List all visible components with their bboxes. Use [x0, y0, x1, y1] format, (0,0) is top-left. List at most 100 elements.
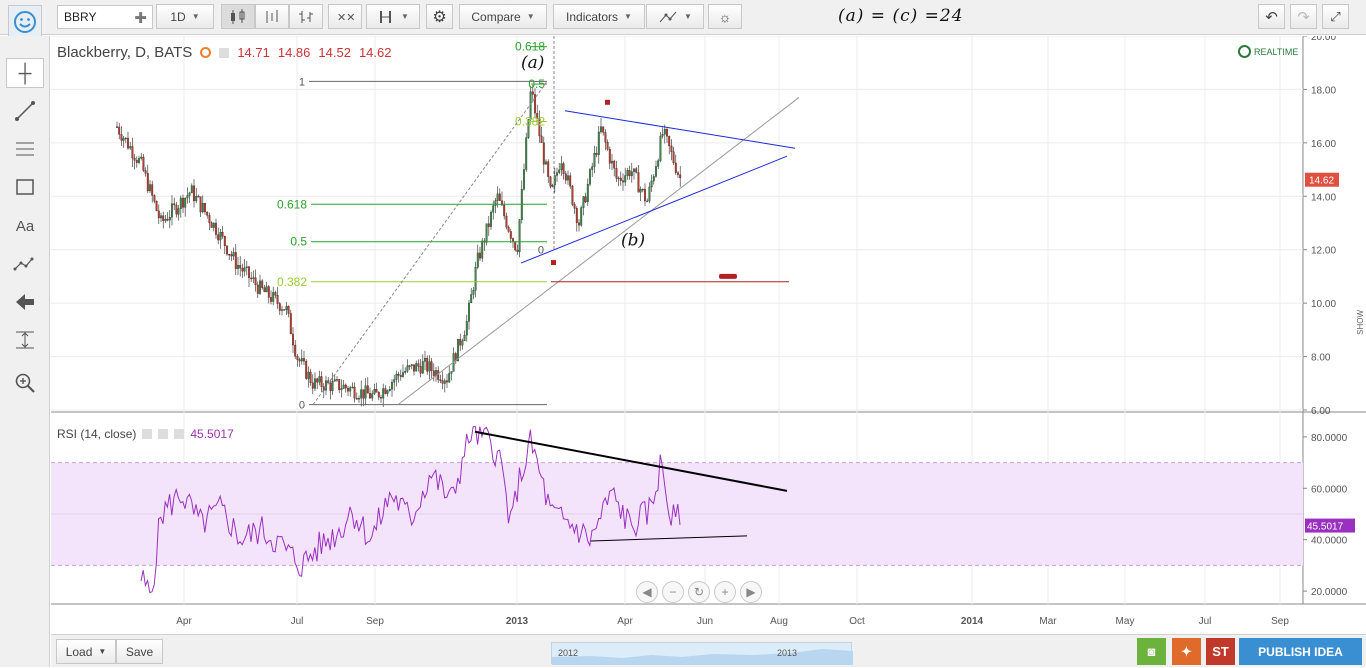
- rsi-settings-icon[interactable]: [142, 429, 153, 439]
- series-visibility-icon[interactable]: [219, 47, 230, 58]
- candle-body: [175, 204, 178, 215]
- candle-body: [353, 386, 356, 399]
- reset-chart-button[interactable]: ↻: [688, 581, 710, 603]
- heikin-style-button[interactable]: ✕✕: [328, 4, 362, 29]
- fib-upper-label: 0.5: [528, 77, 545, 91]
- candle-body: [395, 373, 398, 380]
- indicators-button[interactable]: Indicators ▼: [553, 4, 645, 29]
- scroller-year-2013: 2013: [777, 648, 798, 658]
- show-panel-toggle[interactable]: SHOW: [1356, 310, 1365, 335]
- price-chart-svg[interactable]: Apr Jul Sep 2013 Apr Jun Aug Oct 2014 Mar May Jul Se…: [51, 32, 1366, 634]
- candle-body: [679, 174, 682, 179]
- candle-body: [120, 134, 123, 141]
- twitter-button[interactable]: ✦: [1172, 638, 1201, 665]
- y-tick-label: 16.00: [1311, 139, 1336, 150]
- rsi-visibility-icon[interactable]: [158, 429, 169, 439]
- text-icon: Aa: [15, 217, 35, 235]
- candle-body: [241, 268, 244, 272]
- candle-body: [399, 375, 402, 377]
- bottom-toolbar: Load ▼ Save 2012 2013 ◙ ✦ ST PUBLISH IDEA: [51, 634, 1366, 667]
- trendline-tool-button[interactable]: [6, 96, 44, 126]
- candle-body: [243, 267, 246, 272]
- candle-body: [124, 137, 127, 140]
- x-tick-label: Sep: [1271, 616, 1289, 627]
- candle-body: [217, 234, 220, 241]
- fib-tool-button[interactable]: [6, 134, 44, 164]
- candle-body: [226, 245, 228, 255]
- redo-button[interactable]: ↷: [1290, 4, 1317, 29]
- candle-body: [366, 385, 369, 394]
- candles-style-button[interactable]: [221, 4, 255, 29]
- candle-body: [142, 156, 145, 171]
- alert-button[interactable]: ☼: [708, 4, 742, 29]
- svg-text:✕✕: ✕✕: [337, 11, 354, 24]
- candle-body: [556, 172, 558, 176]
- undo-button[interactable]: ↶: [1258, 4, 1285, 29]
- horizontal-lines-icon: [16, 142, 34, 156]
- publish-idea-button[interactable]: PUBLISH IDEA: [1239, 638, 1362, 665]
- candle-body: [184, 197, 187, 208]
- candle-body: [516, 249, 519, 252]
- y-tick-label: 10.00: [1311, 299, 1336, 310]
- interval-select[interactable]: 1D ▼: [156, 4, 214, 29]
- candle-body: [597, 131, 600, 155]
- candle-body: [223, 236, 226, 247]
- point-marker-c: [551, 260, 556, 266]
- x-tick-label: Jul: [291, 616, 304, 627]
- compare-style-button[interactable]: [255, 4, 289, 29]
- smiley-logo-icon[interactable]: [8, 5, 42, 39]
- candle-body: [267, 286, 270, 298]
- scroll-right-button[interactable]: ▶: [740, 581, 762, 603]
- candle-body: [468, 302, 470, 322]
- chart-area[interactable]: Apr Jul Sep 2013 Apr Jun Aug Oct 2014 Mar May Jul Se…: [51, 32, 1366, 667]
- candle-body: [351, 386, 354, 389]
- candle-body: [602, 126, 605, 133]
- arrow-tool-button[interactable]: [6, 287, 44, 317]
- symbol-input[interactable]: BBRY ✚: [57, 5, 153, 29]
- candle-body: [311, 382, 314, 389]
- candle-body: [584, 196, 587, 203]
- candle-body: [503, 204, 506, 217]
- pattern-tool-button[interactable]: [6, 249, 44, 279]
- save-button[interactable]: Save: [116, 639, 163, 664]
- text-tool-button[interactable]: Aa: [6, 211, 44, 241]
- rsi-close-icon[interactable]: [174, 429, 185, 439]
- zoom-out-button[interactable]: −: [662, 581, 684, 603]
- y-tick-label: 20.00: [1311, 36, 1336, 43]
- chevron-down-icon: ▼: [624, 12, 632, 21]
- shape-tool-button[interactable]: [6, 172, 44, 202]
- candle-body: [250, 277, 253, 280]
- candle-body: [228, 253, 231, 256]
- scroll-left-button[interactable]: ◀: [636, 581, 658, 603]
- candle-body: [195, 196, 198, 202]
- measure-tool-button[interactable]: [6, 325, 44, 355]
- candle-body: [611, 160, 613, 164]
- zoom-tool-button[interactable]: [6, 368, 44, 398]
- series-settings-icon[interactable]: [200, 47, 212, 58]
- candle-body: [265, 286, 268, 293]
- templates-button[interactable]: ▼: [646, 4, 704, 29]
- stocktwits-button[interactable]: ST: [1206, 638, 1235, 665]
- bars-style-button[interactable]: [289, 4, 323, 29]
- settings-button[interactable]: ⚙: [426, 4, 453, 29]
- zoom-in-button[interactable]: +: [714, 581, 736, 603]
- chevron-down-icon: ▼: [684, 12, 692, 21]
- add-symbol-icon[interactable]: ✚: [134, 9, 147, 27]
- candle-body: [428, 361, 431, 372]
- legend-close: 14.62: [358, 45, 392, 60]
- candle-body: [461, 340, 464, 346]
- crosshair-tool-button[interactable]: ┼: [6, 58, 44, 88]
- candle-body: [446, 380, 448, 383]
- candle-body: [507, 226, 510, 232]
- compare-button[interactable]: Compare ▼: [459, 4, 547, 29]
- candle-body: [578, 222, 580, 226]
- crosshair-icon: ┼: [18, 62, 32, 83]
- arrow-left-icon: [16, 294, 34, 310]
- snapshot-button[interactable]: ◙: [1137, 638, 1166, 665]
- load-button[interactable]: Load ▼: [56, 639, 116, 664]
- measure-icon: [16, 331, 34, 349]
- candle-body: [670, 145, 673, 152]
- fullscreen-button[interactable]: ⤢: [1322, 4, 1349, 29]
- chart-type-select[interactable]: ▼: [366, 4, 420, 29]
- time-scroller[interactable]: 2012 2013: [551, 642, 853, 665]
